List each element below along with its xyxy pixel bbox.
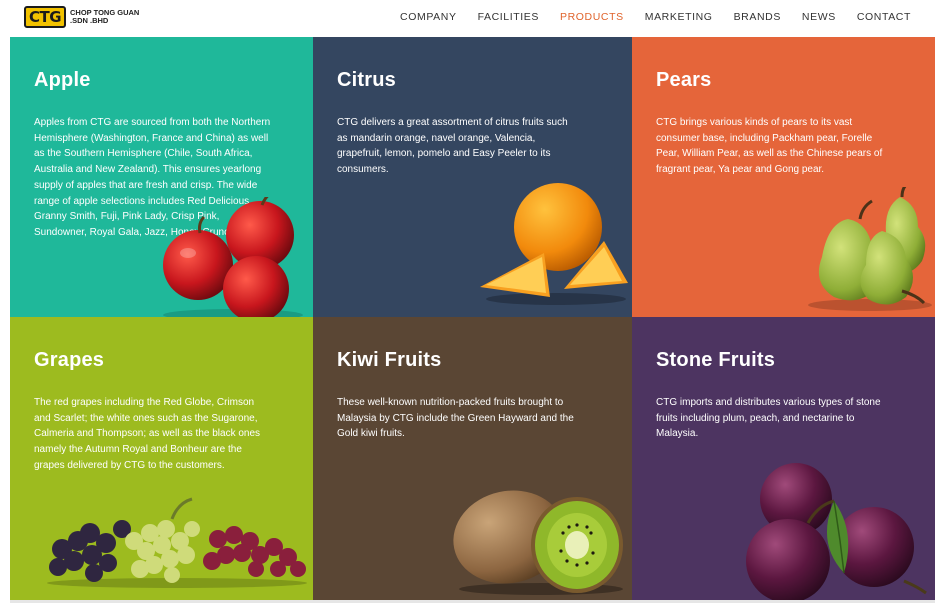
nav-products[interactable]: PRODUCTS — [560, 11, 624, 23]
apple-image — [163, 197, 303, 317]
company-name-line2: .SDN .BHD — [70, 16, 109, 25]
product-tile-pears[interactable]: Pears CTG brings various kinds of pears … — [632, 37, 935, 317]
product-tile-grapes[interactable]: Grapes The red grapes including the Red … — [10, 317, 313, 600]
product-tile-kiwi[interactable]: Kiwi Fruits These well-known nutrition-p… — [313, 317, 632, 600]
main-nav: COMPANY FACILITIES PRODUCTS MARKETING BR… — [400, 11, 911, 23]
kiwi-image — [453, 490, 623, 595]
nav-marketing[interactable]: MARKETING — [645, 11, 713, 23]
product-description: The red grapes including the Red Globe, … — [34, 397, 261, 471]
grapes-image — [47, 497, 307, 588]
pear-image — [808, 187, 932, 311]
nav-news[interactable]: NEWS — [802, 11, 836, 23]
product-title: Grapes — [34, 349, 105, 371]
site-header: CTG CHOP TONG GUAN .SDN .BHD COMPANY FAC… — [0, 0, 935, 37]
orange-image — [480, 183, 628, 305]
ctg-logo[interactable]: CTG — [24, 6, 66, 28]
product-description: CTG delivers a great assortment of citru… — [337, 117, 568, 176]
product-description: CTG imports and distributes various type… — [656, 397, 881, 440]
product-description: These well-known nutrition-packed fruits… — [337, 397, 574, 440]
product-tile-citrus[interactable]: Citrus CTG delivers a great assortment o… — [313, 37, 632, 317]
logo-text: CTG — [28, 8, 62, 26]
nav-facilities[interactable]: FACILITIES — [478, 11, 539, 23]
product-title: Citrus — [337, 69, 396, 91]
nav-contact[interactable]: CONTACT — [857, 11, 911, 23]
plum-image — [746, 463, 927, 600]
product-title: Pears — [656, 69, 712, 91]
product-tile-stone-fruits[interactable]: Stone Fruits CTG imports and distributes… — [632, 317, 935, 600]
product-title: Stone Fruits — [656, 349, 776, 371]
nav-brands[interactable]: BRANDS — [734, 11, 781, 23]
product-grid: Apple Apples from CTG are sourced from b… — [10, 37, 935, 600]
product-title: Apple — [34, 69, 91, 91]
product-tile-apple[interactable]: Apple Apples from CTG are sourced from b… — [10, 37, 313, 317]
product-title: Kiwi Fruits — [337, 349, 442, 371]
nav-company[interactable]: COMPANY — [400, 11, 457, 23]
product-description: CTG brings various kinds of pears to its… — [656, 117, 883, 176]
company-name: CHOP TONG GUAN .SDN .BHD — [70, 9, 139, 25]
